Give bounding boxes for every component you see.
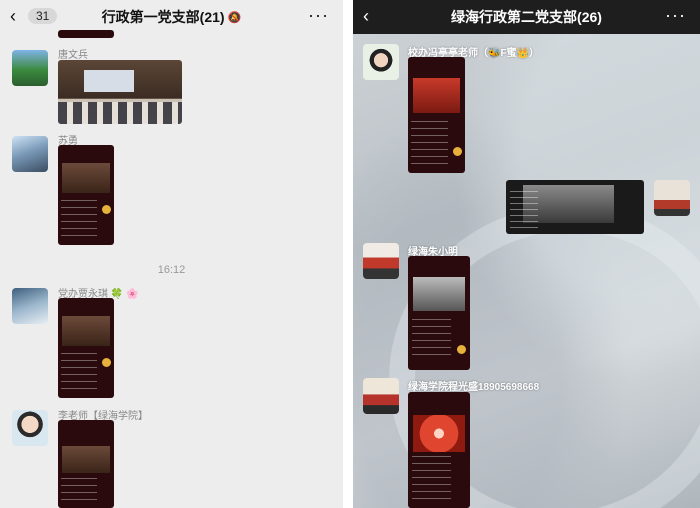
projection-screen xyxy=(84,70,134,92)
live-stream-frame xyxy=(62,163,110,193)
unread-count-badge[interactable]: 31 xyxy=(28,8,58,24)
gift-icon xyxy=(457,344,467,354)
panel-divider xyxy=(343,0,353,508)
bell-off-icon: 🔕 xyxy=(227,11,242,24)
comment-list xyxy=(411,318,452,361)
comment-list xyxy=(61,478,98,501)
avatar[interactable] xyxy=(363,44,399,80)
avatar[interactable] xyxy=(12,136,48,172)
right-chat-header: ‹ 绿海行政第二党支部(26) ··· xyxy=(353,0,700,34)
more-dots-icon[interactable]: ··· xyxy=(665,5,686,26)
live-stream-frame xyxy=(412,77,461,113)
comment-list xyxy=(61,353,98,390)
avatar[interactable] xyxy=(363,378,399,414)
avatar[interactable] xyxy=(12,288,48,324)
back-icon[interactable]: ‹ xyxy=(10,6,16,26)
avatar[interactable] xyxy=(12,410,48,446)
message-screenshot[interactable] xyxy=(408,57,465,173)
chat-title: 绿海行政第二党支部(26) xyxy=(451,9,602,25)
live-stream-frame xyxy=(62,316,110,346)
comment-list xyxy=(510,190,538,229)
message-screenshot[interactable] xyxy=(58,420,114,508)
gift-icon xyxy=(101,205,111,214)
message-photo[interactable] xyxy=(58,60,182,124)
comment-list xyxy=(61,200,98,237)
right-chat-window: ‹ 绿海行政第二党支部(26) ··· 校办冯亭亭老师（🐝F蜜👑） 绿海朱小明 … xyxy=(353,0,700,508)
avatar[interactable] xyxy=(12,50,48,86)
live-stream-frame xyxy=(412,276,466,311)
chat-title: 行政第一党支部(21) xyxy=(101,9,225,25)
left-chat-window: ‹ 31 行政第一党支部(21) 🔕 ··· 唐文兵 苏勇 16:12 党办贾永… xyxy=(0,0,343,508)
message-screenshot[interactable] xyxy=(58,298,114,398)
live-stream-frame xyxy=(62,446,110,473)
audience xyxy=(58,102,182,124)
sender-name: 唐文兵 xyxy=(58,50,88,61)
gift-icon xyxy=(101,358,111,367)
message-image[interactable] xyxy=(58,30,114,38)
gift-icon xyxy=(452,147,462,157)
back-icon[interactable]: ‹ xyxy=(363,6,369,26)
chat-wallpaper xyxy=(353,0,700,508)
live-stream-frame xyxy=(412,415,466,453)
timestamp: 16:12 xyxy=(157,264,186,276)
comment-list xyxy=(411,455,452,499)
left-chat-header: ‹ 31 行政第一党支部(21) 🔕 ··· xyxy=(0,0,343,34)
sender-name: 绿海学院程光盛18905698668 xyxy=(408,382,540,393)
comment-list xyxy=(411,120,448,164)
message-screenshot[interactable] xyxy=(506,180,644,234)
avatar[interactable] xyxy=(363,243,399,279)
avatar[interactable] xyxy=(654,180,690,216)
message-screenshot[interactable] xyxy=(408,256,470,370)
more-dots-icon[interactable]: ··· xyxy=(308,5,329,26)
message-screenshot[interactable] xyxy=(408,392,470,508)
message-screenshot[interactable] xyxy=(58,145,114,245)
